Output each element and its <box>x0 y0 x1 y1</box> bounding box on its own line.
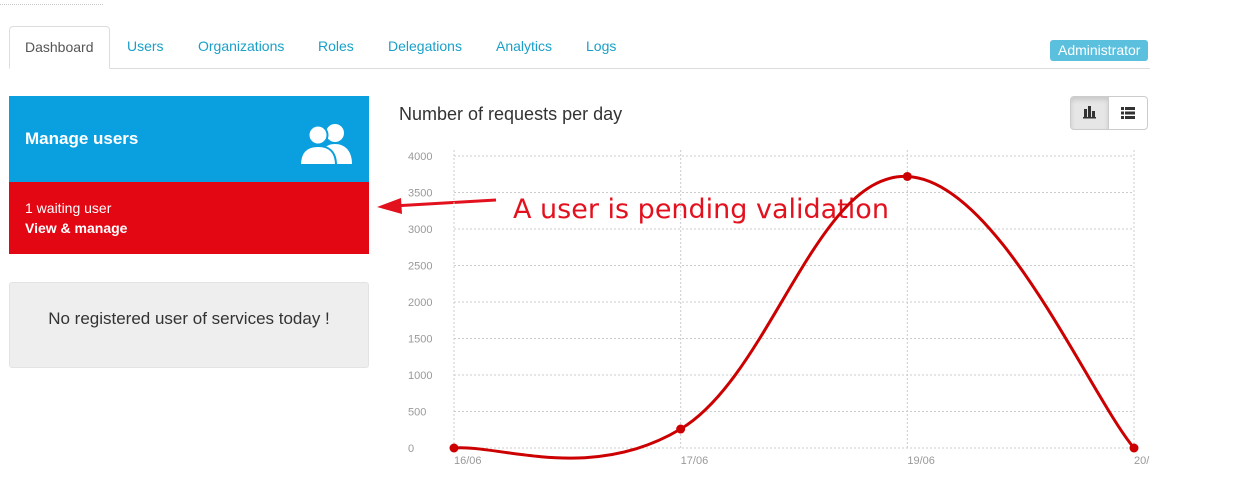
y-tick-label: 1500 <box>408 334 432 346</box>
role-badge: Administrator <box>1050 40 1149 61</box>
y-tick-label: 3500 <box>408 188 432 200</box>
requests-line-chart: 0 500 1000 1500 2000 2500 3000 3500 4000 16/06 17/… <box>408 150 1150 467</box>
data-point <box>449 443 459 453</box>
data-point <box>676 424 686 434</box>
main-tabs: Dashboard Users Organizations Roles Dele… <box>9 26 1150 69</box>
bar-chart-view-button[interactable] <box>1070 96 1109 130</box>
tab-delegations[interactable]: Delegations <box>371 26 479 67</box>
services-users-panel: No registered user of services today ! <box>9 282 369 368</box>
data-point <box>1129 443 1139 453</box>
waiting-users-panel: 1 waiting user View & manage <box>9 182 369 254</box>
manage-users-title: Manage users <box>25 129 139 148</box>
tab-logs[interactable]: Logs <box>569 26 633 67</box>
list-view-button[interactable] <box>1109 96 1148 130</box>
x-tick-label: 17/06 <box>681 455 709 467</box>
tab-organizations[interactable]: Organizations <box>181 26 301 67</box>
users-icon <box>298 124 352 166</box>
chart-title: Number of requests per day <box>399 104 623 124</box>
x-tick-label: 20/ <box>1134 455 1150 467</box>
no-services-users-message: No registered user of services today ! <box>48 309 330 328</box>
x-tick-label: 16/06 <box>454 455 482 467</box>
y-tick-label: 0 <box>408 443 414 455</box>
waiting-user-count: 1 waiting user <box>25 200 112 216</box>
y-tick-label: 2000 <box>408 297 432 309</box>
tab-users[interactable]: Users <box>110 26 181 67</box>
list-icon <box>1121 107 1135 119</box>
tab-analytics[interactable]: Analytics <box>479 26 569 67</box>
series-line <box>453 174 1136 460</box>
y-tick-label: 500 <box>408 407 426 419</box>
manage-users-panel[interactable]: Manage users <box>9 96 369 182</box>
data-point <box>902 171 912 181</box>
y-tick-label: 4000 <box>408 151 432 163</box>
y-tick-label: 3000 <box>408 224 432 236</box>
tab-roles[interactable]: Roles <box>301 26 371 67</box>
view-manage-link[interactable]: View & manage <box>25 220 127 236</box>
x-tick-label: 19/06 <box>907 455 935 467</box>
y-tick-label: 1000 <box>408 370 432 382</box>
chart-view-toggle <box>1070 96 1149 130</box>
tab-dashboard[interactable]: Dashboard <box>9 26 110 69</box>
top-divider <box>0 0 103 5</box>
bar-chart-icon <box>1083 106 1096 119</box>
y-tick-label: 2500 <box>408 261 432 273</box>
